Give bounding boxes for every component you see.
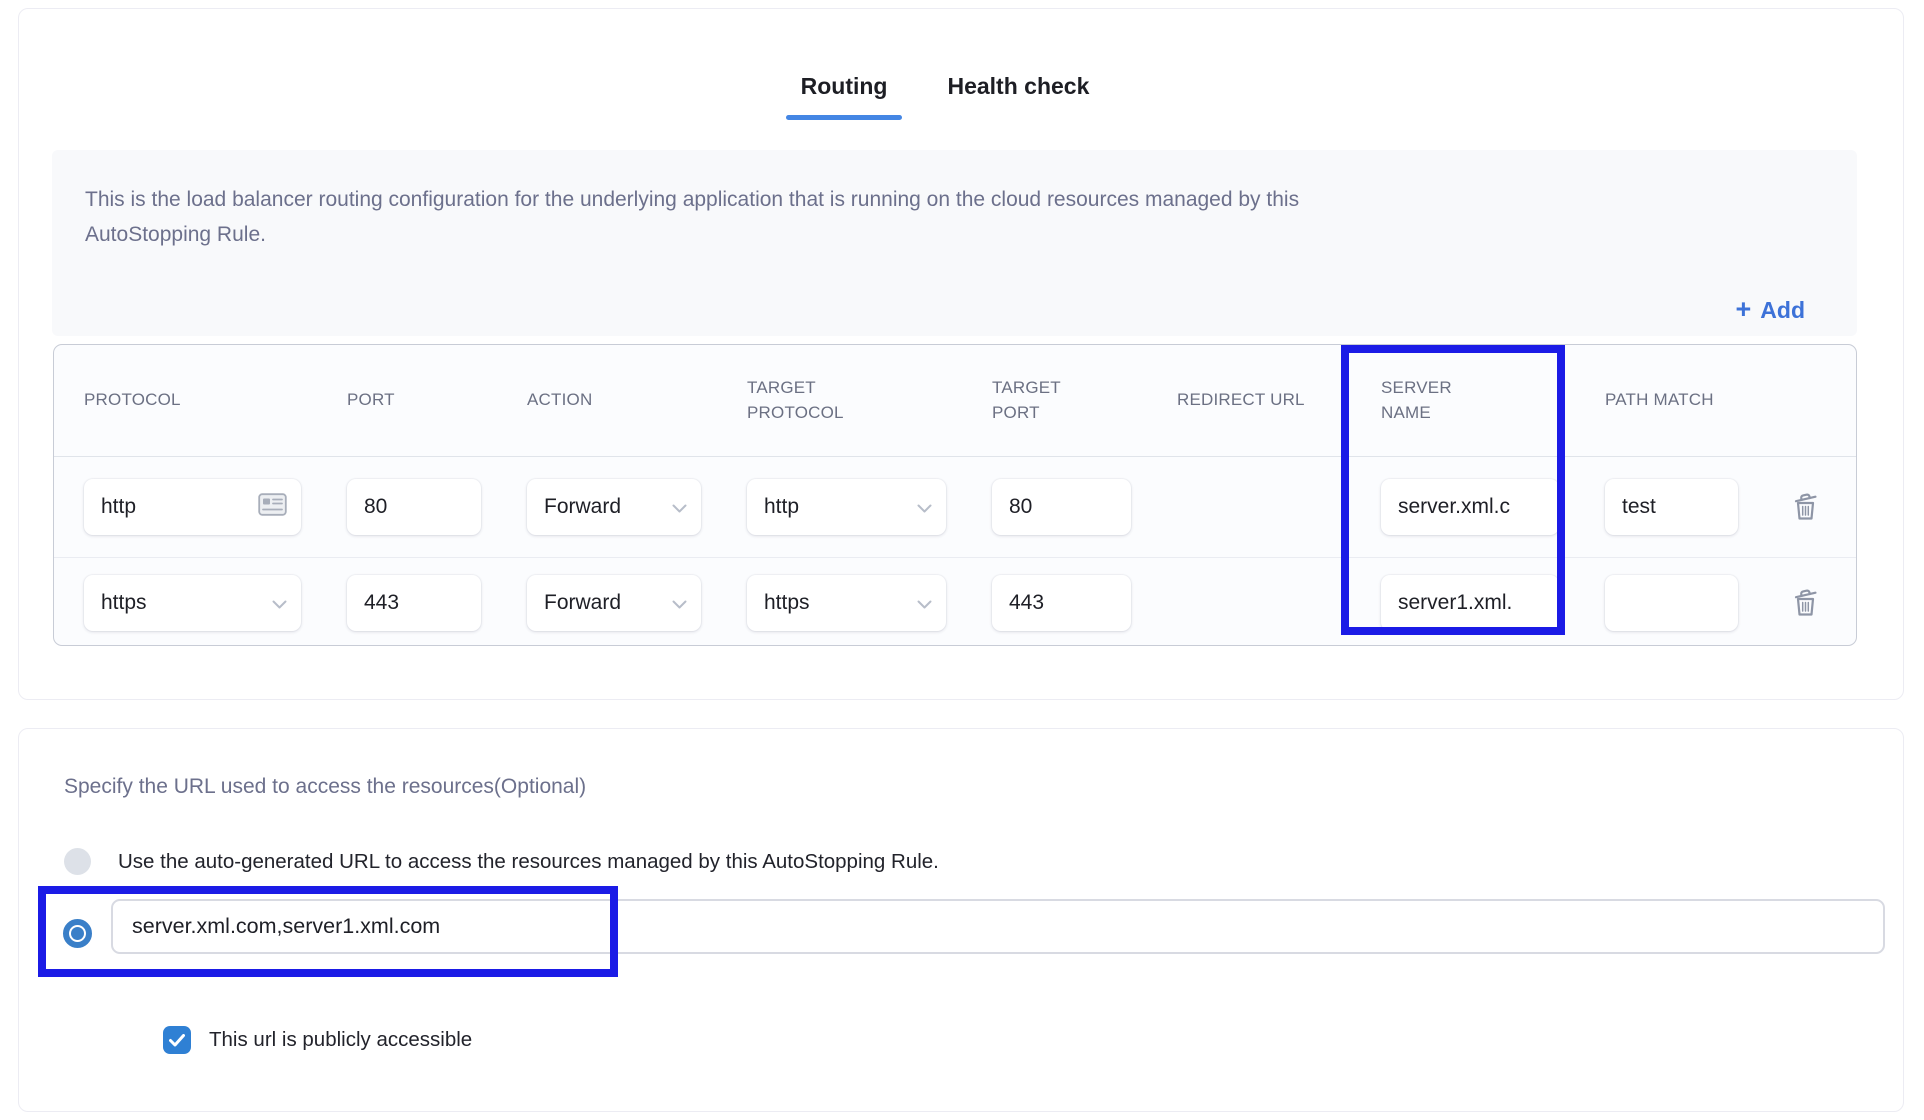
public-access-row: This url is publicly accessible (163, 1026, 472, 1054)
target-protocol-select[interactable]: http (747, 479, 946, 535)
trash-icon (1792, 586, 1819, 618)
path-match-input[interactable] (1605, 575, 1738, 631)
header-actions (1754, 345, 1856, 457)
tab-health-check[interactable]: Health check (932, 73, 1104, 120)
routing-description-line1: This is the load balancer routing config… (85, 182, 1299, 217)
path-match-input[interactable]: test (1605, 479, 1738, 535)
auto-url-label: Use the auto-generated URL to access the… (118, 850, 939, 874)
target-port-input[interactable]: 443 (992, 575, 1131, 631)
chevron-down-icon (672, 591, 687, 615)
action-select[interactable]: Forward (527, 479, 701, 535)
custom-url-value: server.xml.com,server1.xml.com (132, 914, 440, 939)
auto-url-option: Use the auto-generated URL to access the… (64, 848, 939, 875)
protocol-input[interactable]: http (84, 479, 301, 535)
check-icon (169, 1034, 185, 1047)
routing-config-card: Routing Health check This is the load ba… (18, 8, 1904, 700)
header-protocol: PROTOCOL (54, 345, 317, 457)
delete-row-button[interactable] (1786, 580, 1825, 627)
routing-description: This is the load balancer routing config… (85, 182, 1299, 252)
routing-description-line2: AutoStopping Rule. (85, 217, 1299, 252)
add-route-label: Add (1760, 297, 1805, 324)
header-target-protocol: TARGET PROTOCOL (717, 345, 962, 457)
url-access-card: Specify the URL used to access the resou… (18, 728, 1904, 1112)
custom-url-radio[interactable] (63, 919, 92, 948)
chevron-down-icon (272, 591, 287, 615)
tab-bar: Routing Health check (3, 73, 1887, 120)
header-target-port: TARGET PORT (962, 345, 1147, 457)
chevron-down-icon (917, 495, 932, 519)
redirect-url-cell (1147, 558, 1351, 646)
chevron-down-icon (917, 591, 932, 615)
chevron-down-icon (672, 495, 687, 519)
port-input[interactable]: 443 (347, 575, 481, 631)
input-type-icon[interactable] (258, 493, 287, 522)
url-section-title: Specify the URL used to access the resou… (64, 775, 586, 799)
action-select[interactable]: Forward (527, 575, 701, 631)
protocol-select[interactable]: https (84, 575, 301, 631)
header-server-name: SERVER NAME (1351, 345, 1575, 457)
server-name-input[interactable]: server1.xml. (1381, 575, 1559, 631)
custom-url-input[interactable]: server.xml.com,server1.xml.com (111, 899, 1885, 954)
routing-description-panel: This is the load balancer routing config… (52, 150, 1857, 336)
plus-icon: + (1736, 296, 1752, 323)
target-port-input[interactable]: 80 (992, 479, 1131, 535)
trash-icon (1792, 490, 1819, 522)
table-row: http 80 (54, 457, 1856, 558)
redirect-url-cell (1147, 457, 1351, 558)
tab-routing[interactable]: Routing (786, 73, 903, 120)
header-redirect-url: REDIRECT URL (1147, 345, 1351, 457)
delete-row-button[interactable] (1786, 484, 1825, 531)
header-path-match: PATH MATCH (1575, 345, 1754, 457)
table-row: https 443 Forward (54, 558, 1856, 646)
server-name-input[interactable]: server.xml.c (1381, 479, 1559, 535)
header-port: PORT (317, 345, 497, 457)
target-protocol-select[interactable]: https (747, 575, 946, 631)
add-route-button[interactable]: + Add (1736, 297, 1806, 324)
header-action: ACTION (497, 345, 717, 457)
port-input[interactable]: 80 (347, 479, 481, 535)
auto-url-radio[interactable] (64, 848, 91, 875)
public-access-checkbox[interactable] (163, 1026, 191, 1054)
table-header-row: PROTOCOL PORT ACTION TARGET PROTOCOL TAR… (54, 345, 1856, 457)
routing-table: PROTOCOL PORT ACTION TARGET PROTOCOL TAR… (53, 344, 1857, 646)
public-access-label: This url is publicly accessible (209, 1028, 472, 1052)
